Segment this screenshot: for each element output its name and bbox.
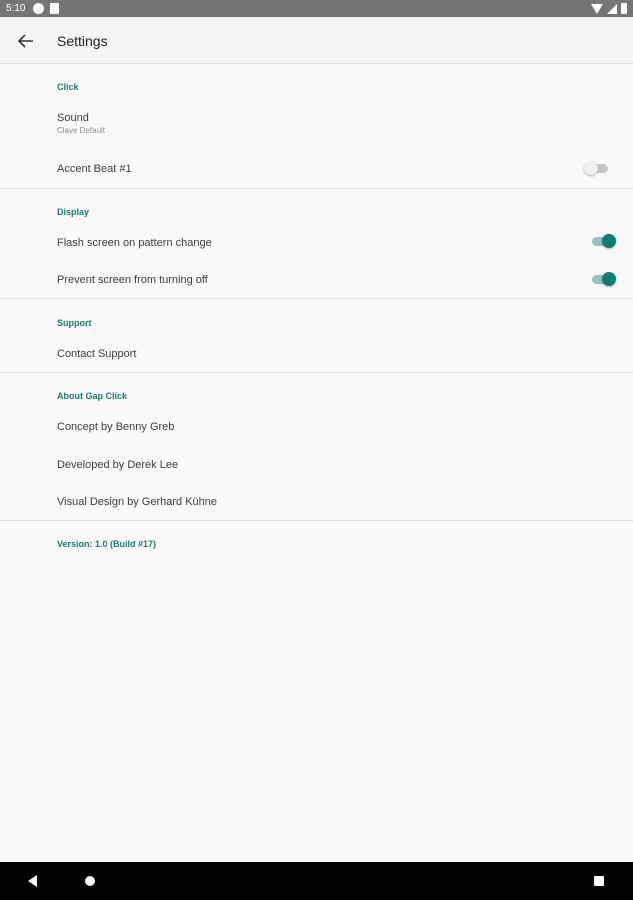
accent-beat-toggle[interactable] bbox=[584, 160, 610, 176]
divider bbox=[0, 520, 633, 521]
setting-contact-support[interactable]: Contact Support bbox=[0, 348, 633, 364]
divider bbox=[0, 372, 633, 373]
signal-icon bbox=[607, 3, 617, 14]
flash-screen-toggle[interactable] bbox=[590, 233, 616, 249]
arrow-left-icon bbox=[17, 34, 33, 48]
setting-prevent-screen-off[interactable]: Prevent screen from turning off bbox=[0, 274, 633, 290]
prevent-screen-off-toggle[interactable] bbox=[590, 271, 616, 287]
setting-label: Visual Design by Gerhard Kühne bbox=[57, 496, 218, 508]
about-developer[interactable]: Developed by Derek Lee bbox=[0, 459, 633, 475]
version-label: Version: 1.0 (Build #17) bbox=[57, 539, 157, 549]
battery-icon bbox=[621, 3, 627, 14]
setting-sound[interactable]: Sound Clave Default bbox=[0, 112, 633, 140]
nav-recents-icon[interactable] bbox=[594, 876, 604, 886]
status-icons bbox=[591, 3, 627, 14]
setting-label: Flash screen on pattern change bbox=[57, 237, 212, 249]
setting-flash-screen[interactable]: Flash screen on pattern change bbox=[0, 237, 633, 253]
section-header-about: About Gap Click bbox=[57, 391, 128, 401]
setting-accent-beat[interactable]: Accent Beat #1 bbox=[0, 163, 633, 179]
about-visual-design[interactable]: Visual Design by Gerhard Kühne bbox=[0, 496, 633, 512]
divider bbox=[0, 188, 633, 189]
setting-summary: Clave Default bbox=[57, 126, 106, 135]
app-bar: Settings bbox=[0, 17, 633, 64]
about-concept[interactable]: Concept by Benny Greb bbox=[0, 421, 633, 437]
sd-card-icon bbox=[50, 3, 59, 14]
setting-label: Sound bbox=[57, 112, 89, 124]
setting-label: Contact Support bbox=[57, 348, 137, 360]
setting-label: Accent Beat #1 bbox=[57, 163, 132, 175]
section-header-display: Display bbox=[57, 207, 90, 217]
section-header-click: Click bbox=[57, 82, 79, 92]
nav-home-icon[interactable] bbox=[85, 876, 95, 886]
divider bbox=[0, 298, 633, 299]
toggle-thumb bbox=[602, 234, 616, 248]
section-header-support: Support bbox=[57, 318, 92, 328]
wifi-icon bbox=[591, 3, 603, 14]
nav-back-icon[interactable] bbox=[28, 875, 37, 887]
setting-label: Developed by Derek Lee bbox=[57, 459, 179, 471]
notification-app-icon bbox=[33, 3, 44, 14]
status-bar: 5:10 bbox=[0, 0, 633, 17]
toggle-thumb bbox=[584, 161, 598, 175]
toggle-thumb bbox=[602, 272, 616, 286]
setting-label: Prevent screen from turning off bbox=[57, 274, 208, 286]
setting-label: Concept by Benny Greb bbox=[57, 421, 175, 433]
page-title: Settings bbox=[57, 33, 108, 49]
system-nav-bar bbox=[0, 862, 633, 900]
status-time: 5:10 bbox=[6, 3, 26, 14]
back-button[interactable] bbox=[14, 29, 38, 53]
